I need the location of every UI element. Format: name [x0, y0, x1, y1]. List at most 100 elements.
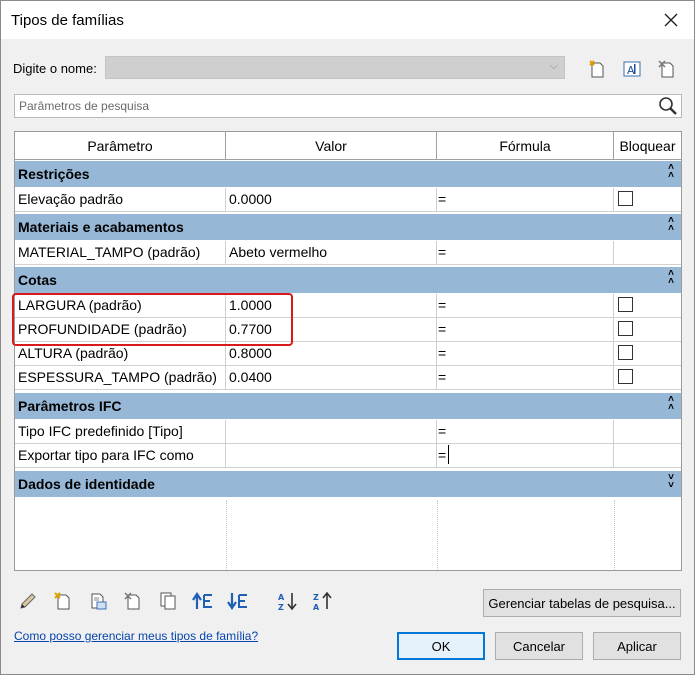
delete-parameter-icon [124, 592, 140, 610]
sort-ascending-icon: A Z [278, 593, 297, 611]
lock-cell [614, 444, 681, 468]
copy-parameter-button[interactable] [156, 589, 180, 613]
move-up-button[interactable] [191, 589, 215, 613]
parameters-table: Parâmetro Valor Fórmula Bloquear Restriç… [14, 131, 682, 571]
delete-type-button[interactable] [656, 58, 678, 80]
lock-checkbox[interactable] [618, 297, 633, 312]
lock-cell [614, 294, 681, 318]
group-title: Dados de identidade [18, 476, 155, 492]
collapse-icon[interactable]: ˄ ˄ [668, 269, 674, 287]
move-up-icon [192, 592, 212, 609]
lock-checkbox[interactable] [618, 369, 633, 384]
param-value[interactable] [226, 444, 437, 468]
param-formula[interactable]: = [437, 188, 614, 212]
column-divider [614, 500, 615, 570]
sort-descending-button[interactable]: Z A [311, 589, 335, 613]
dialog-title: Tipos de famílias [11, 12, 124, 29]
param-value[interactable] [226, 420, 437, 444]
column-divider [437, 500, 438, 570]
param-formula[interactable]: = [437, 241, 614, 265]
param-name: ESPESSURA_TAMPO (padrão) [15, 366, 226, 390]
new-type-icon [589, 60, 604, 78]
param-formula[interactable]: = [437, 444, 614, 468]
lock-cell [614, 241, 681, 265]
group-title: Materiais e acabamentos [18, 219, 184, 235]
param-name: Elevação padrão [15, 188, 226, 212]
lock-checkbox[interactable] [618, 191, 633, 206]
sort-descending-icon: Z A [313, 591, 332, 611]
param-name: Exportar tipo para IFC como [15, 444, 226, 468]
manage-lookup-tables-button[interactable]: Gerenciar tabelas de pesquisa... [483, 589, 681, 617]
text-cursor [448, 445, 449, 464]
ok-button[interactable]: OK [397, 632, 485, 660]
delete-type-icon [658, 60, 674, 78]
highlight-annotation [12, 293, 293, 346]
lock-cell [614, 420, 681, 444]
param-formula[interactable]: = [437, 318, 614, 342]
shared-parameter-button[interactable] [86, 589, 110, 613]
column-header-formula[interactable]: Fórmula [437, 132, 614, 160]
param-value[interactable]: Abeto vermelho [226, 241, 437, 265]
group-dados-identidade[interactable]: Dados de identidade ˅ ˅ [15, 471, 681, 497]
svg-text:Z: Z [278, 603, 284, 611]
new-parameter-button[interactable] [51, 589, 75, 613]
search-field[interactable] [14, 94, 682, 118]
cancel-button[interactable]: Cancelar [495, 632, 583, 660]
svg-text:A: A [627, 64, 635, 77]
lock-checkbox[interactable] [618, 321, 633, 336]
param-formula[interactable]: = [437, 294, 614, 318]
lock-cell [614, 366, 681, 390]
sort-ascending-button[interactable]: A Z [276, 589, 300, 613]
search-icon[interactable] [657, 96, 679, 116]
family-types-dialog: Tipos de famílias Digite o nome: ⌵ A Par… [0, 0, 695, 675]
param-formula[interactable]: = [437, 342, 614, 366]
table-row: Exportar tipo para IFC como = [15, 444, 681, 468]
collapse-icon[interactable]: ˄ ˄ [668, 216, 674, 234]
shared-parameter-icon [91, 593, 107, 610]
apply-button[interactable]: Aplicar [593, 632, 681, 660]
group-title: Restrições [18, 166, 90, 182]
type-name-select[interactable]: ⌵ [105, 56, 565, 79]
lock-cell [614, 342, 681, 366]
rename-type-button[interactable]: A [621, 58, 643, 80]
expand-icon[interactable]: ˅ ˅ [668, 473, 674, 491]
help-link[interactable]: Como posso gerenciar meus tipos de famíl… [14, 629, 258, 643]
search-input[interactable] [15, 95, 655, 117]
lock-checkbox[interactable] [618, 345, 633, 360]
close-icon [664, 13, 678, 27]
collapse-icon[interactable]: ˄ ˄ [668, 163, 674, 181]
rename-type-icon: A [623, 61, 641, 77]
table-row: Elevação padrão 0.0000 = [15, 188, 681, 212]
param-value[interactable]: 0.0400 [226, 366, 437, 390]
column-header-lock[interactable]: Bloquear [614, 132, 681, 160]
param-formula[interactable]: = [437, 420, 614, 444]
group-parametros-ifc[interactable]: Parâmetros IFC ˄ ˄ [15, 393, 681, 419]
param-value[interactable]: 0.0000 [226, 188, 437, 212]
param-name: MATERIAL_TAMPO (padrão) [15, 241, 226, 265]
group-restricoes[interactable]: Restrições ˄ ˄ [15, 161, 681, 187]
edit-parameter-button[interactable] [16, 589, 40, 613]
delete-parameter-button[interactable] [121, 589, 145, 613]
type-name-label: Digite o nome: [13, 61, 97, 76]
new-type-button[interactable] [586, 58, 608, 80]
column-divider [226, 500, 227, 570]
title-bar: Tipos de famílias [1, 1, 694, 39]
move-down-icon [227, 593, 247, 610]
copy-icon [160, 592, 176, 610]
group-cotas[interactable]: Cotas ˄ ˄ [15, 267, 681, 293]
column-header-parameter[interactable]: Parâmetro [15, 132, 226, 160]
lock-cell [614, 188, 681, 212]
svg-text:A: A [313, 603, 320, 611]
move-down-button[interactable] [226, 589, 250, 613]
param-formula[interactable]: = [437, 366, 614, 390]
group-title: Cotas [18, 272, 57, 288]
new-parameter-icon [54, 592, 70, 610]
lock-cell [614, 318, 681, 342]
close-button[interactable] [656, 7, 686, 33]
group-title: Parâmetros IFC [18, 398, 122, 414]
collapse-icon[interactable]: ˄ ˄ [668, 395, 674, 413]
column-header-value[interactable]: Valor [226, 132, 437, 160]
group-materiais[interactable]: Materiais e acabamentos ˄ ˄ [15, 214, 681, 240]
pencil-icon [20, 593, 36, 609]
param-name: Tipo IFC predefinido [Tipo] [15, 420, 226, 444]
